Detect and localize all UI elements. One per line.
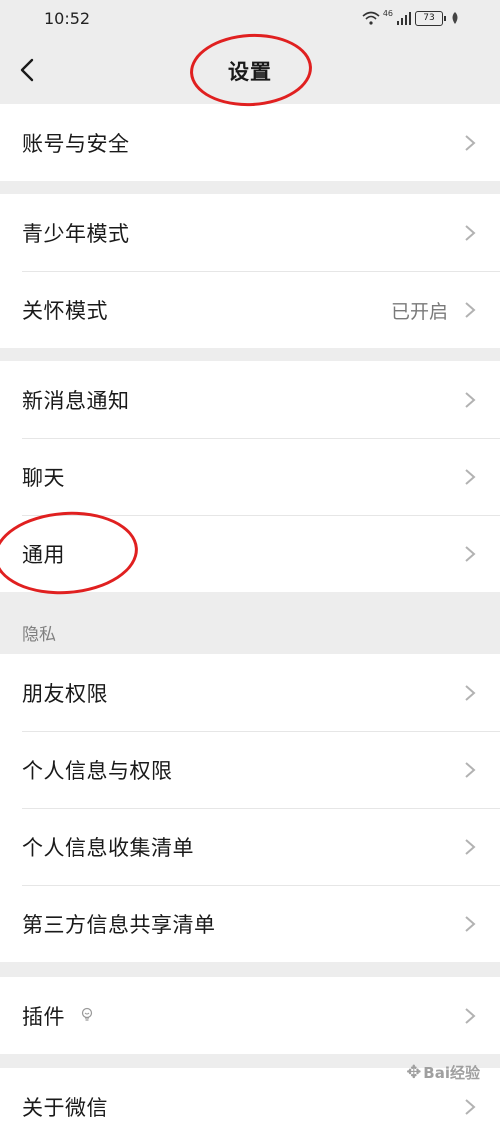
- settings-item-personal-info-permissions[interactable]: 个人信息与权限: [0, 731, 500, 808]
- settings-item-label: 通用: [22, 543, 65, 567]
- chevron-right-icon: [465, 546, 476, 562]
- chevron-right-icon: [465, 762, 476, 778]
- settings-item-notifications[interactable]: 新消息通知: [0, 361, 500, 438]
- paw-icon: ✥: [406, 1062, 422, 1083]
- watermark-text: Bai经验: [423, 1064, 480, 1082]
- chevron-right-icon: [465, 302, 476, 318]
- section-header-privacy: 隐私: [22, 625, 56, 645]
- signal-icon: [397, 12, 411, 25]
- settings-item-chats[interactable]: 聊天: [0, 438, 500, 515]
- settings-item-teen-mode[interactable]: 青少年模式: [0, 194, 500, 271]
- settings-item-label: 关于微信: [22, 1096, 108, 1120]
- status-icons: 46 73: [362, 8, 460, 26]
- baidu-jingyan-watermark: ✥ Bai经验: [406, 1062, 480, 1083]
- settings-item-label: 个人信息与权限: [22, 759, 173, 783]
- settings-item-general[interactable]: 通用: [0, 515, 500, 592]
- chevron-right-icon: [465, 916, 476, 932]
- leaf-icon: [452, 12, 458, 24]
- chevron-right-icon: [465, 469, 476, 485]
- settings-item-label: 账号与安全: [22, 132, 130, 156]
- status-bar: 10:52 46 73: [0, 0, 500, 36]
- settings-group-account: 账号与安全: [0, 104, 500, 181]
- settings-item-value: 已开启: [390, 301, 448, 323]
- settings-item-account-security[interactable]: 账号与安全: [0, 104, 500, 181]
- nav-bar: 设置: [0, 36, 500, 104]
- settings-group-privacy: 朋友权限 个人信息与权限 个人信息收集清单 第三方信息共享清单: [0, 654, 500, 962]
- page-title: 设置: [228, 60, 272, 84]
- settings-item-label: 青少年模式: [22, 222, 130, 246]
- settings-item-care-mode[interactable]: 关怀模式 已开启: [0, 271, 500, 348]
- settings-item-personal-info-collected[interactable]: 个人信息收集清单: [0, 808, 500, 885]
- status-time: 10:52: [44, 9, 91, 28]
- network-type-label: 46: [382, 8, 393, 18]
- settings-item-friend-permissions[interactable]: 朋友权限: [0, 654, 500, 731]
- chevron-right-icon: [465, 685, 476, 701]
- settings-item-label: 第三方信息共享清单: [22, 913, 216, 937]
- chevron-right-icon: [465, 1008, 476, 1024]
- settings-item-label: 个人信息收集清单: [22, 836, 194, 860]
- chevron-right-icon: [465, 839, 476, 855]
- lightbulb-icon: [81, 1007, 93, 1021]
- battery-icon: 73: [415, 10, 446, 26]
- settings-item-label: 插件: [22, 1005, 65, 1029]
- chevron-right-icon: [465, 225, 476, 241]
- chevron-right-icon: [465, 392, 476, 408]
- settings-item-label: 朋友权限: [22, 682, 108, 706]
- chevron-right-icon: [465, 135, 476, 151]
- settings-item-third-party-sharing[interactable]: 第三方信息共享清单: [0, 885, 500, 962]
- settings-item-label: 聊天: [22, 466, 65, 490]
- settings-item-label: 新消息通知: [22, 389, 130, 413]
- settings-group-modes: 青少年模式 关怀模式 已开启: [0, 194, 500, 348]
- settings-group-plugins: 插件: [0, 977, 500, 1054]
- settings-group-general: 新消息通知 聊天 通用: [0, 361, 500, 592]
- chevron-right-icon: [465, 1099, 476, 1115]
- settings-item-label: 关怀模式: [22, 299, 108, 323]
- settings-item-plugins[interactable]: 插件: [0, 977, 500, 1054]
- wifi-icon: [362, 11, 380, 25]
